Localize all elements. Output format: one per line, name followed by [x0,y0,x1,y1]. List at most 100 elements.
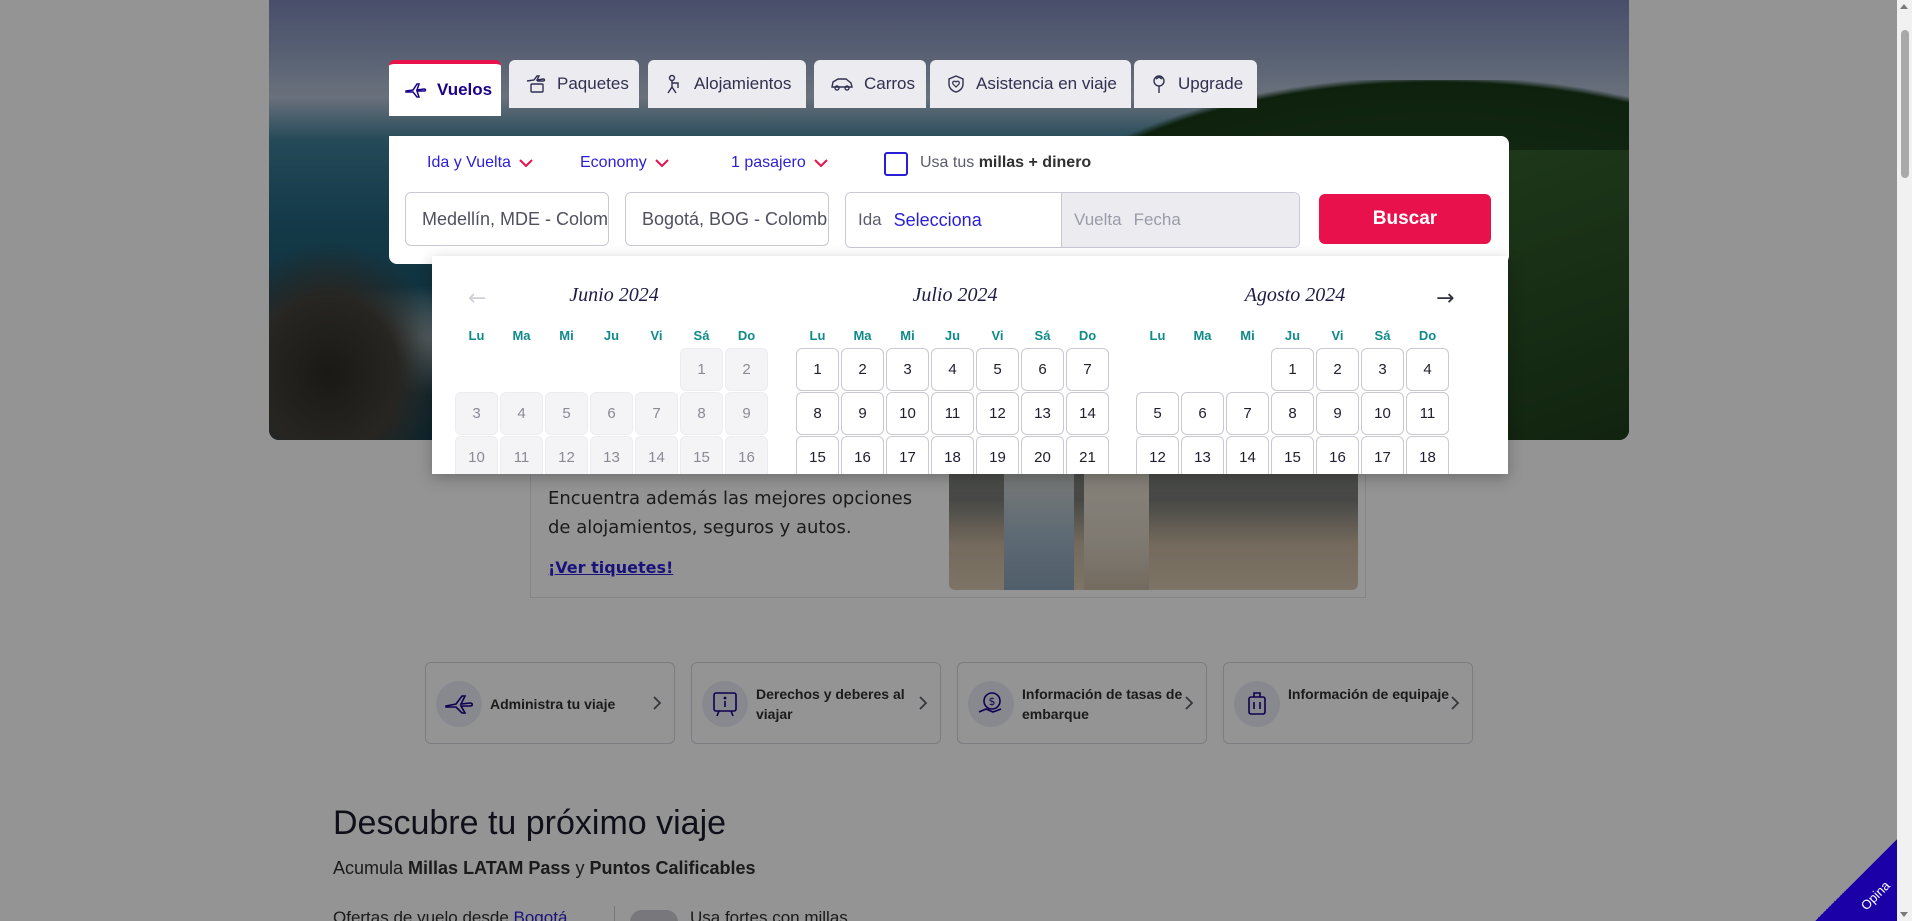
calendar-day[interactable]: 4 [931,348,974,391]
calendar-day[interactable]: 10 [886,392,929,435]
calendar-day[interactable]: 7 [1226,392,1269,435]
calendar-day: 5 [545,392,588,435]
tab-carros[interactable]: Carros [814,60,926,108]
destination-field[interactable]: Bogotá, BOG - Colombia [625,192,829,246]
calendar-day[interactable]: 10 [1361,392,1404,435]
plane-icon [405,83,427,98]
weekday-label: Vi [1331,328,1344,343]
passengers-select[interactable]: 1 pasajero [731,154,828,172]
calendar-day: 15 [680,436,723,474]
weekday-label: Ju [1284,328,1301,343]
weekday-label: Sá [1374,328,1391,343]
calendar-day[interactable]: 15 [796,436,839,474]
calendar-day: 9 [725,392,768,435]
calendar-day: 7 [635,392,678,435]
calendar-day[interactable]: 2 [841,348,884,391]
tab-alojamientos[interactable]: Alojamientos [648,60,806,108]
return-date-field[interactable]: Vuelta Fecha [1061,193,1299,247]
weekday-label: Ju [603,328,620,343]
car-icon [831,78,853,91]
search-button[interactable]: Buscar [1319,194,1491,244]
calendar-day: 2 [725,348,768,391]
tab-vuelos[interactable]: Vuelos [389,60,501,116]
scroll-down-arrow-icon[interactable] [1900,912,1908,917]
calendar-day[interactable]: 5 [1136,392,1179,435]
calendar-day[interactable]: 13 [1181,436,1224,474]
chevron-down-icon [519,158,533,167]
calendar-day[interactable]: 1 [1271,348,1314,391]
calendar-day[interactable]: 16 [841,436,884,474]
upgrade-seat-icon [1153,75,1165,93]
miles-money-label: Usa tus millas + dinero [920,154,1092,171]
calendar-day[interactable]: 11 [1406,392,1449,435]
calendar-day: 3 [455,392,498,435]
calendar-day[interactable]: 6 [1021,348,1064,391]
weekday-label: Do [1078,328,1097,343]
calendar-day[interactable]: 6 [1181,392,1224,435]
month-title: Agosto 2024 [1244,284,1346,306]
calendar-day[interactable]: 8 [796,392,839,435]
calendar-day[interactable]: 18 [931,436,974,474]
weekday-label: Mi [900,328,915,343]
weekday-label: Sá [1034,328,1051,343]
date-fields: Ida Selecciona Vuelta Fecha [845,192,1300,248]
scroll-up-arrow-icon[interactable] [1900,4,1908,9]
tab-asistencia[interactable]: Asistencia en viaje [930,60,1131,108]
calendar-day[interactable]: 16 [1316,436,1359,474]
calendar-day: 1 [680,348,723,391]
month-title: Junio 2024 [569,284,659,306]
calendar-day: 4 [500,392,543,435]
calendar-day[interactable]: 13 [1021,392,1064,435]
calendar-day: 10 [455,436,498,474]
calendar-day[interactable]: 4 [1406,348,1449,391]
calendar-day[interactable]: 3 [1361,348,1404,391]
cabin-select[interactable]: Economy [580,154,669,172]
feedback-tab[interactable]: Opina [1815,839,1897,921]
calendar-day[interactable]: 12 [976,392,1019,435]
calendar-day[interactable]: 19 [976,436,1019,474]
weekday-label: Ma [1193,328,1212,343]
calendar-day: 12 [545,436,588,474]
weekday-label: Lu [1149,328,1166,343]
calendar-day[interactable]: 2 [1316,348,1359,391]
calendar-day[interactable]: 17 [1361,436,1404,474]
calendar-day[interactable]: 15 [1271,436,1314,474]
calendar-day: 11 [500,436,543,474]
tab-upgrade[interactable]: Upgrade [1134,60,1257,108]
calendar-day[interactable]: 9 [1316,392,1359,435]
weekday-label: Lu [809,328,826,343]
miles-money-checkbox[interactable] [884,152,908,176]
calendar-day[interactable]: 7 [1066,348,1109,391]
calendar-day: 13 [590,436,633,474]
calendar-day[interactable]: 5 [976,348,1019,391]
calendar-day: 16 [725,436,768,474]
calendar-day[interactable]: 21 [1066,436,1109,474]
departure-date-field[interactable]: Ida Selecciona [846,193,1061,247]
month-title: Julio 2024 [912,284,998,306]
calendar-day[interactable]: 1 [796,348,839,391]
calendar-day[interactable]: 20 [1021,436,1064,474]
chevron-down-icon [654,158,669,167]
origin-field[interactable]: Medellín, MDE - Colombia [405,192,609,246]
calendar-day[interactable]: 11 [931,392,974,435]
calendar-day[interactable]: 17 [886,436,929,474]
calendar-day[interactable]: 8 [1271,392,1314,435]
weekday-label: Vi [650,328,663,343]
weekday-label: Do [737,328,756,343]
calendar-day[interactable]: 9 [841,392,884,435]
calendar-day[interactable]: 3 [886,348,929,391]
weekday-label: Vi [991,328,1004,343]
calendar-day[interactable]: 18 [1406,436,1449,474]
trip-type-select[interactable]: Ida y Vuelta [427,154,533,172]
calendar-day[interactable]: 14 [1226,436,1269,474]
weekday-label: Lu [468,328,485,343]
tab-paquetes[interactable]: Paquetes [509,60,639,108]
shield-heart-icon [948,75,964,93]
scrollbar-thumb[interactable] [1901,30,1909,178]
weekday-label: Ma [512,328,531,343]
calendar-day[interactable]: 14 [1066,392,1109,435]
calendar-day[interactable]: 12 [1136,436,1179,474]
weekday-label: Ju [944,328,961,343]
weekday-label: Mi [1240,328,1255,343]
page-scrollbar[interactable] [1897,0,1912,921]
